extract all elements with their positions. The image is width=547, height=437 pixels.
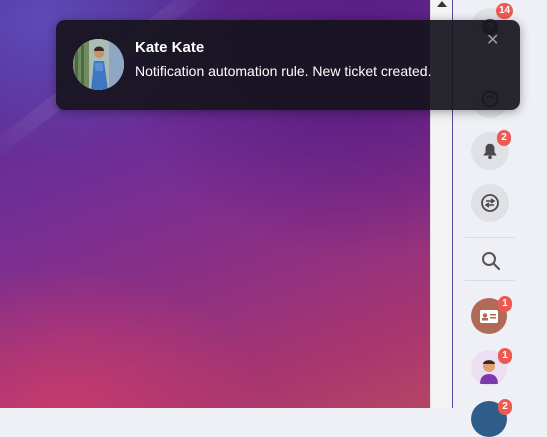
contact-card-icon — [480, 310, 498, 323]
sidebar-divider — [465, 237, 515, 238]
bell-icon — [483, 143, 497, 160]
search-icon — [482, 252, 501, 271]
notifications-badge: 2 — [497, 130, 511, 146]
search-button[interactable] — [481, 251, 501, 271]
notification-toast[interactable]: Kate Kate Notification automation rule. … — [56, 20, 520, 110]
close-icon[interactable]: ✕ — [486, 33, 499, 49]
bottom-avatar-badge: 2 — [498, 399, 512, 415]
help-badge: 14 — [496, 3, 514, 19]
conversations-button[interactable] — [471, 184, 509, 222]
notification-sender: Kate Kate — [135, 39, 205, 56]
chat-transfer-icon — [481, 194, 499, 212]
scroll-up-arrow-icon[interactable] — [437, 1, 447, 7]
sender-photo-icon — [73, 39, 124, 90]
sender-avatar — [73, 39, 124, 90]
user-avatar-badge: 1 — [498, 348, 512, 364]
sidebar-divider — [465, 280, 515, 281]
notification-message: Notification automation rule. New ticket… — [135, 63, 432, 79]
contact-card-badge: 1 — [498, 296, 512, 312]
